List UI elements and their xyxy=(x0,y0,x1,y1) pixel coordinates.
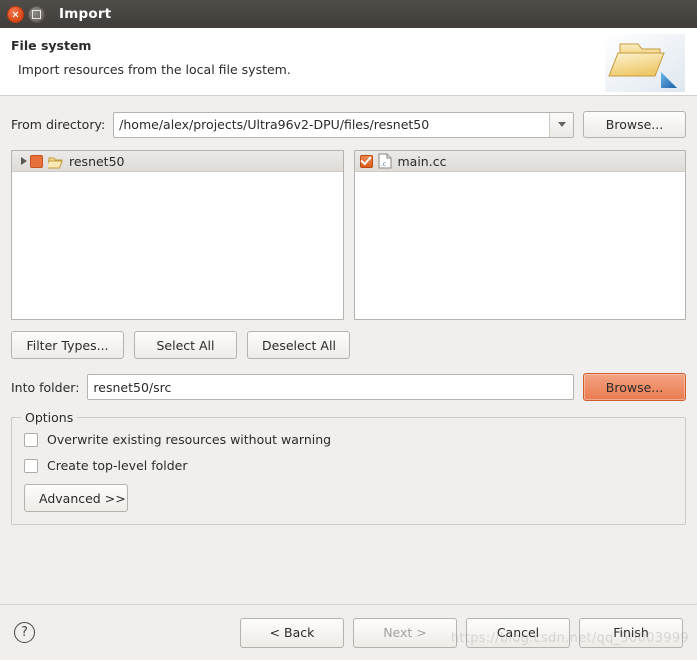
select-all-button[interactable]: Select All xyxy=(134,331,237,359)
list-item[interactable]: .c main.cc xyxy=(354,151,685,172)
from-directory-row: From directory: Browse... xyxy=(11,111,686,138)
browse-from-directory-button[interactable]: Browse... xyxy=(583,111,686,138)
page-description: Import resources from the local file sys… xyxy=(18,62,291,77)
folder-open-icon xyxy=(45,154,64,169)
create-top-level-folder-checkbox[interactable] xyxy=(24,458,38,473)
selection-buttons-row: Filter Types... Select All Deselect All xyxy=(11,331,686,359)
svg-text:.c: .c xyxy=(381,161,386,168)
overwrite-existing-label: Overwrite existing resources without war… xyxy=(47,432,332,447)
file-item-checkbox[interactable] xyxy=(359,154,373,168)
folder-import-icon xyxy=(605,34,685,92)
options-group: Options Overwrite existing resources wit… xyxy=(11,410,686,525)
into-folder-input[interactable] xyxy=(87,374,574,400)
file-list-pane[interactable]: .c main.cc xyxy=(353,150,686,320)
triangle-right-icon[interactable] xyxy=(17,157,30,165)
dialog-footer: ? < Back Next > Cancel Finish https://bl… xyxy=(0,604,697,660)
back-button[interactable]: < Back xyxy=(240,617,344,648)
page-title: File system xyxy=(11,38,92,53)
from-directory-input[interactable] xyxy=(114,112,549,137)
tree-item-label: resnet50 xyxy=(69,153,125,169)
from-directory-label: From directory: xyxy=(11,117,106,132)
overwrite-existing-option[interactable]: Overwrite existing resources without war… xyxy=(24,432,673,447)
help-icon[interactable]: ? xyxy=(14,622,35,643)
into-folder-row: Into folder: Browse... xyxy=(11,373,686,401)
close-icon[interactable] xyxy=(7,5,24,23)
dialog-header: File system Import resources from the lo… xyxy=(0,28,697,96)
tree-row[interactable]: resnet50 xyxy=(12,151,343,172)
create-top-level-folder-option[interactable]: Create top-level folder xyxy=(24,458,673,473)
dialog-body: From directory: Browse... resnet50 xyxy=(0,111,697,525)
create-top-level-folder-label: Create top-level folder xyxy=(47,458,188,473)
title-bar: Import xyxy=(0,0,697,28)
overwrite-existing-checkbox[interactable] xyxy=(24,432,38,447)
cancel-button[interactable]: Cancel xyxy=(466,617,570,648)
resource-selection-panes: resnet50 .c main.cc xyxy=(11,150,686,320)
file-item-label: main.cc xyxy=(397,153,447,169)
chevron-down-icon[interactable] xyxy=(549,112,573,137)
deselect-all-button[interactable]: Deselect All xyxy=(247,331,350,359)
filter-types-button[interactable]: Filter Types... xyxy=(11,331,124,359)
tree-item-checkbox[interactable] xyxy=(30,154,43,168)
window-title: Import xyxy=(59,6,112,22)
advanced-button[interactable]: Advanced >> xyxy=(24,484,128,512)
browse-into-folder-button[interactable]: Browse... xyxy=(583,373,686,401)
finish-button[interactable]: Finish xyxy=(579,617,683,648)
from-directory-combo[interactable] xyxy=(113,111,574,138)
c-file-icon: .c xyxy=(378,153,392,169)
source-tree-pane[interactable]: resnet50 xyxy=(11,150,344,320)
maximize-icon[interactable] xyxy=(28,5,45,23)
options-group-title: Options xyxy=(21,410,78,425)
next-button: Next > xyxy=(353,617,457,648)
into-folder-label: Into folder: xyxy=(11,379,80,395)
